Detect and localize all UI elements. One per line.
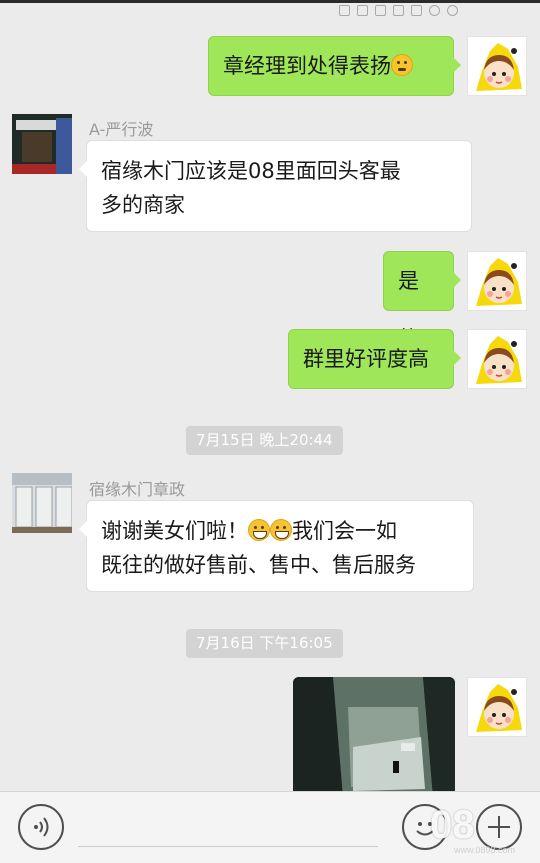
self-avatar[interactable] [467, 36, 527, 96]
message-input[interactable] [78, 846, 378, 847]
timestamp-pill: 7月16日 下午16:05 [186, 629, 343, 658]
status-bar [0, 0, 540, 20]
message-bubble-incoming[interactable]: 谢谢美女们啦！ 我们会一如 既往的做好售前、售中、售后服务 [79, 500, 474, 592]
yellow-bird-avatar-icon [476, 43, 522, 91]
yellow-bird-avatar-icon [476, 684, 522, 732]
message-text-line: 谢谢美女们啦！ 我们会一如 [101, 514, 459, 548]
mic-status-icon [339, 5, 350, 16]
message-bubble-incoming[interactable]: 宿缘木门应该是08里面回头客最 多的商家 [79, 140, 472, 232]
message-text: 群里好评度高 [303, 347, 429, 371]
message-text: 谢谢美女们啦！ [101, 519, 248, 543]
yellow-bird-avatar-icon [476, 258, 522, 306]
sender-name: 宿缘木门章政 [89, 480, 186, 499]
message-text: 章经理到处得表扬 [223, 54, 391, 78]
voice-input-button[interactable] [18, 804, 64, 850]
watermark-url: www.0898.com [454, 845, 516, 855]
site-watermark: 08 www.0898.com [402, 795, 540, 863]
camera-status-icon [375, 5, 386, 16]
message-text: 我们会一如 [292, 519, 397, 543]
status-icons [339, 5, 458, 18]
watermark-logo-text: 08 [430, 803, 475, 847]
image-message[interactable] [293, 677, 455, 791]
message-bubble-outgoing[interactable]: 章经理到处得表扬 [208, 36, 461, 96]
message-bubble-outgoing[interactable]: 是的 [383, 251, 461, 351]
status-bar-edge [0, 0, 540, 3]
thinking-face-emoji [391, 54, 413, 76]
door-photo-thumbnail [293, 677, 455, 791]
grinning-face-emoji [270, 519, 292, 541]
message-text-line: 宿缘木门应该是08里面回头客最 [101, 159, 401, 183]
chat-history[interactable]: 章经理到处得表扬 A-严行波 宿缘木门应该是08里面回头客最 多的商家 是的 [0, 20, 540, 791]
mail-status-icon [411, 5, 422, 16]
contact-avatar-zhangzheng[interactable] [12, 473, 72, 533]
grinning-face-emoji [248, 519, 270, 541]
self-avatar[interactable] [467, 677, 527, 737]
battery-status-icon [393, 5, 404, 16]
yellow-bird-avatar-icon [476, 336, 522, 384]
message-bubble-outgoing[interactable]: 群里好评度高 [288, 329, 461, 389]
message-text-line: 多的商家 [101, 193, 185, 217]
message-text-line: 既往的做好售前、售中、售后服务 [101, 553, 416, 577]
self-avatar[interactable] [467, 329, 527, 389]
timestamp-pill: 7月15日 晚上20:44 [186, 426, 343, 455]
store-photo-avatar-icon [12, 114, 72, 174]
voice-input-icon [34, 817, 49, 837]
self-avatar[interactable] [467, 251, 527, 311]
contact-avatar-yanxingbo[interactable] [12, 114, 72, 174]
image-status-icon [357, 5, 368, 16]
settings-status-icon [429, 5, 440, 16]
sender-name: A-严行波 [89, 120, 154, 139]
cubicle-photo-avatar-icon [12, 473, 72, 533]
chrome-status-icon [447, 5, 458, 16]
